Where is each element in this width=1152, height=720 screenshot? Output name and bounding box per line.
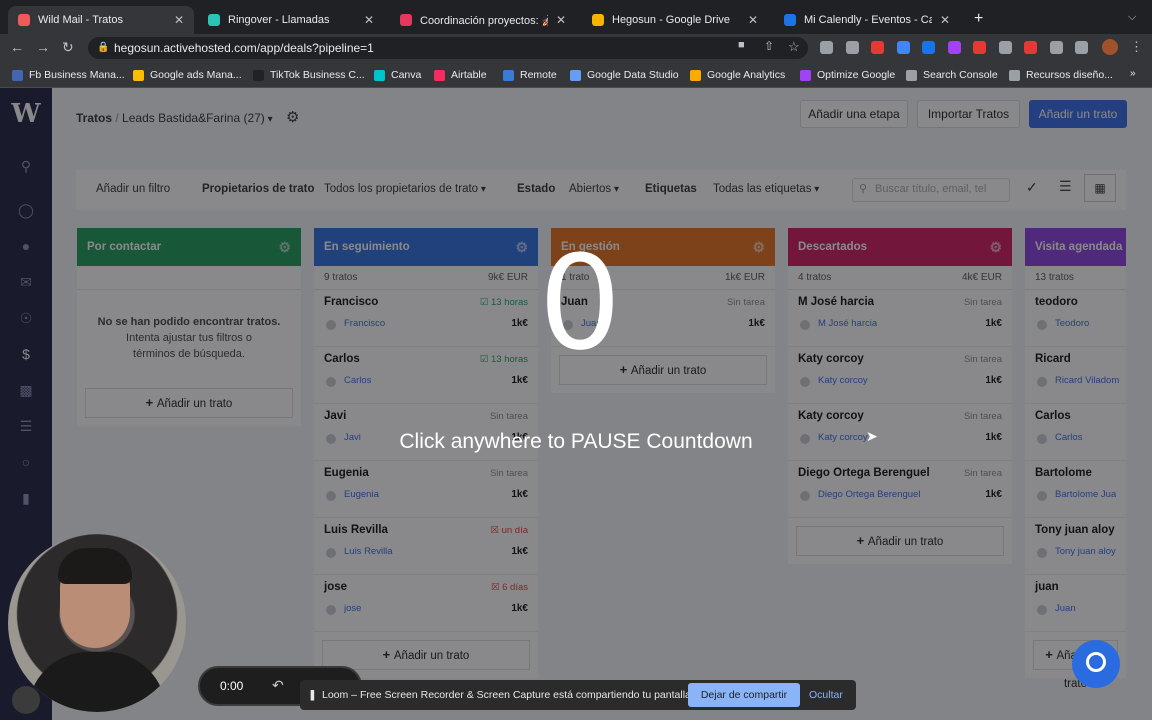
bookmark-favicon-icon [374,69,385,81]
new-tab-button[interactable]: + [974,10,983,28]
tab-favicon-icon [784,14,796,26]
extension-icon[interactable] [845,41,859,54]
bookmark-label: Google Analytics [707,69,786,81]
browser-tab[interactable]: Hegosun - Google Drive ✕ [582,6,768,34]
menu-kebab-icon[interactable]: ⋮ [1130,39,1143,55]
close-tab-icon[interactable]: ✕ [556,13,566,27]
bookmarks-bar: Fb Business Mana... Google ads Mana... Tik… [0,62,1152,88]
bookmark-item[interactable]: Canva [374,67,421,83]
close-tab-icon[interactable]: ✕ [174,13,184,27]
bookmark-label: Recursos diseño... [1026,69,1113,81]
bookmark-label: Fb Business Mana... [29,69,125,81]
bookmark-item[interactable]: TikTok Business C... [253,67,365,83]
mouse-cursor-icon: ➤ [866,428,878,444]
bookmark-favicon-icon [503,69,514,81]
more-bookmarks-icon[interactable]: » [1130,68,1136,79]
share-icon[interactable]: ⇧ [764,39,774,53]
bookmark-favicon-icon [434,69,445,81]
presenter-hair [58,548,132,584]
browser-tab-strip: Wild Mail - Tratos ✕ Ringover - Llamadas ✕ C… [0,0,1152,38]
browser-tab[interactable]: Ringover - Llamadas ✕ [198,6,384,34]
recording-timer: 0:00 [220,679,244,693]
bookmark-item[interactable]: Airtable [434,67,487,83]
extension-icon[interactable] [871,41,884,54]
bookmark-favicon-icon [690,69,701,81]
lock-icon: 🔒 [97,42,110,53]
bookmark-label: Search Console [923,69,998,81]
tab-favicon-icon [208,14,220,26]
extension-icon[interactable] [973,41,986,54]
bookmark-favicon-icon [12,69,23,81]
bookmark-favicon-icon [570,69,581,81]
extension-icon[interactable] [1075,41,1088,54]
screen-share-notification: ❚ Loom – Free Screen Recorder & Screen C… [300,680,856,710]
tab-title: Coordinación proyectos: 🚀 Pr [420,14,548,27]
webcam-bubble[interactable] [8,534,186,712]
bookmark-label: Google Data Studio [587,69,679,81]
stop-sharing-button[interactable]: Dejar de compartir [688,683,800,707]
bookmark-item[interactable]: Fb Business Mana... [12,67,125,83]
pause-countdown-message: Click anywhere to PAUSE Countdown [399,430,753,453]
presenter-shirt [28,652,166,712]
tab-title: Wild Mail - Tratos [38,14,123,26]
tab-favicon-icon [592,14,604,26]
back-icon[interactable]: ← [10,39,24,55]
extension-icon[interactable] [947,41,961,54]
bookmark-favicon-icon [800,69,811,81]
url-text: hegosun.activehosted.com/app/deals?pipel… [114,41,374,55]
bookmark-star-icon[interactable]: ☆ [788,39,800,55]
tab-favicon-icon [18,14,30,26]
bookmark-label: Optimize Google [817,69,896,81]
bookmark-favicon-icon [253,69,264,81]
close-tab-icon[interactable]: ✕ [748,13,758,27]
extension-icon[interactable] [896,41,910,54]
browser-tab[interactable]: Wild Mail - Tratos ✕ [8,6,194,34]
extension-icon[interactable] [1024,41,1037,54]
extension-icon[interactable] [998,41,1012,54]
countdown-number: 0 [538,227,622,379]
extension-icon[interactable] [820,41,833,54]
close-tab-icon[interactable]: ✕ [940,13,950,27]
undo-icon[interactable]: ↶ [272,677,284,694]
bookmark-item[interactable]: Recursos diseño... [1009,67,1113,83]
bookmark-item[interactable]: Search Console [906,67,998,83]
tab-title: Hegosun - Google Drive [612,14,731,26]
forward-icon[interactable]: → [36,39,50,55]
profile-avatar[interactable] [1102,39,1118,55]
close-tab-icon[interactable]: ✕ [364,13,374,27]
bookmark-label: Airtable [451,69,487,81]
support-chat-launcher[interactable] [1072,640,1120,688]
bookmark-item[interactable]: Google ads Mana... [133,67,242,83]
bookmark-item[interactable]: Google Analytics [690,67,785,83]
bookmark-favicon-icon [906,69,917,81]
extension-icon[interactable] [922,41,935,54]
chat-bubble-icon [1086,652,1106,672]
bookmark-favicon-icon [133,69,144,81]
bookmark-label: Google ads Mana... [150,69,242,81]
browser-tab[interactable]: Mi Calendly - Eventos - Calend ✕ [774,6,960,34]
tab-favicon-icon [400,14,412,26]
bookmark-item[interactable]: Google Data Studio [570,67,679,83]
extension-icon[interactable] [1049,41,1063,54]
pause-bars-icon: ❚ [308,689,317,701]
bookmark-item[interactable]: Remote [503,67,557,83]
tab-title: Ringover - Llamadas [228,14,330,26]
address-toolbar: ← → ↻ 🔒 hegosun.activehosted.com/app/dea… [0,34,1152,62]
bookmark-label: TikTok Business C... [270,69,365,81]
bookmark-favicon-icon [1009,69,1020,81]
tab-title: Mi Calendly - Eventos - Calend [804,14,932,26]
screen-share-text: Loom – Free Screen Recorder & Screen Cap… [322,689,694,701]
bookmark-label: Canva [391,69,422,81]
recording-controls-avatar-icon[interactable] [12,686,40,714]
bookmark-item[interactable]: Optimize Google [800,67,895,83]
reload-icon[interactable]: ↻ [62,39,74,56]
url-bar[interactable]: 🔒 hegosun.activehosted.com/app/deals?pip… [88,37,808,59]
browser-tab[interactable]: Coordinación proyectos: 🚀 Pr ✕ [390,6,576,34]
tab-search-icon[interactable]: ⌵ [1128,11,1136,24]
camera-icon[interactable]: ■ [738,39,745,51]
hide-notification-link[interactable]: Ocultar [809,680,843,710]
bookmark-label: Remote [520,69,557,81]
